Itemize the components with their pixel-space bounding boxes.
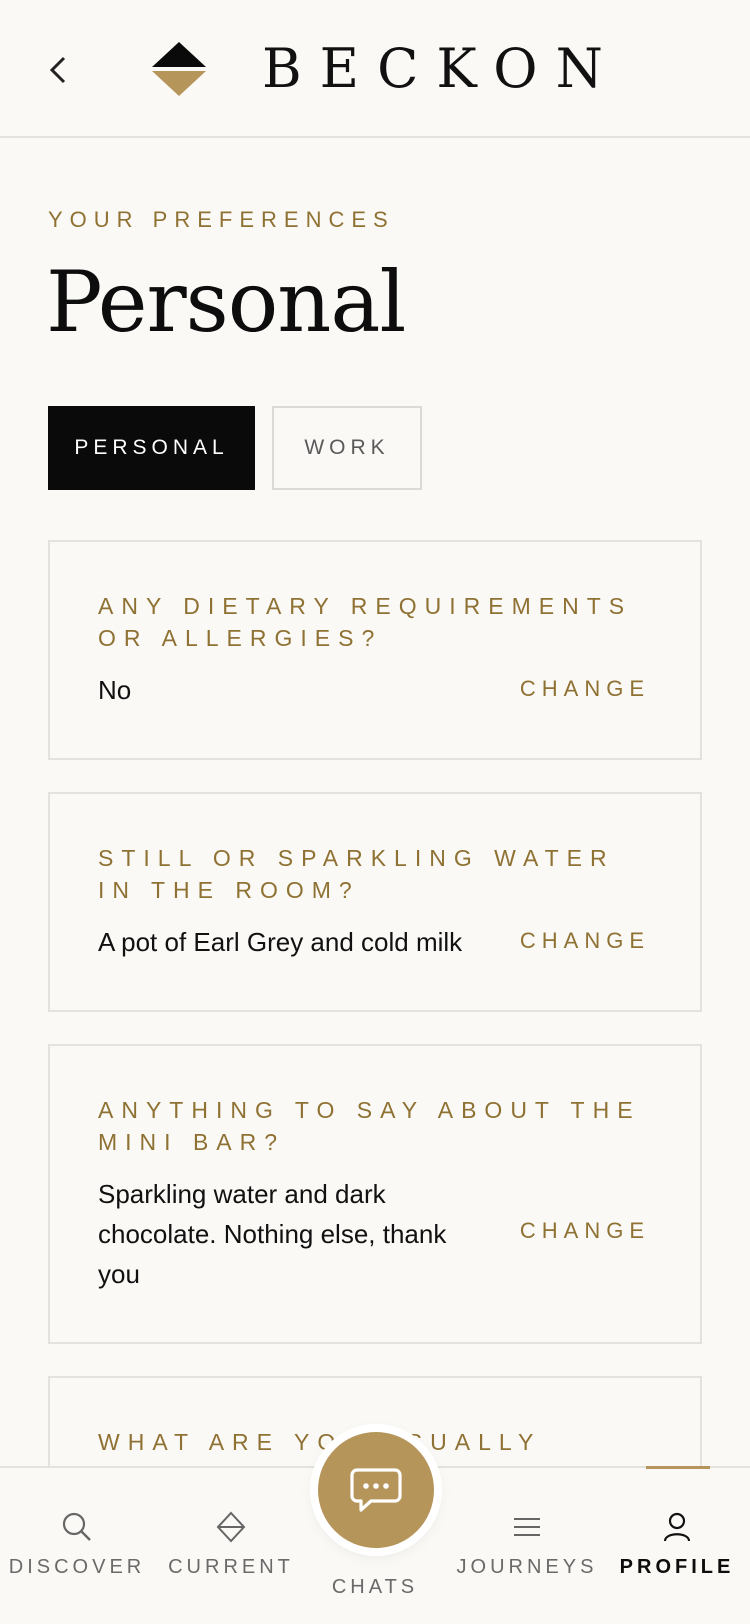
card-answer: A pot of Earl Grey and cold milk bbox=[98, 927, 463, 957]
card-question: ANY DIETARY REQUIREMENTS OR ALLERGIES? bbox=[98, 593, 633, 651]
nav-journeys[interactable]: JOURNEYS bbox=[452, 1468, 602, 1624]
nav-label: CURRENT bbox=[168, 1556, 294, 1578]
nav-label: JOURNEYS bbox=[456, 1556, 598, 1578]
nav-profile[interactable]: PROFILE bbox=[602, 1468, 750, 1624]
tab-personal[interactable]: PERSONAL bbox=[48, 406, 255, 490]
brand-name: BECKON bbox=[262, 37, 621, 100]
nav-current[interactable]: CURRENT bbox=[156, 1468, 306, 1624]
chats-fab-button[interactable] bbox=[318, 1432, 434, 1548]
change-button[interactable]: CHANGE bbox=[520, 928, 650, 954]
page-title: Personal bbox=[46, 253, 406, 351]
card-question: STILL OR SPARKLING WATER IN THE ROOM? bbox=[98, 845, 615, 903]
chevron-left-icon[interactable] bbox=[44, 50, 74, 90]
search-icon bbox=[62, 1512, 91, 1541]
card-answer: No bbox=[98, 675, 132, 705]
chat-icon bbox=[350, 1468, 402, 1512]
preference-card-minibar: ANYTHING TO SAY ABOUT THE MINI BAR? Spar… bbox=[48, 1044, 702, 1344]
card-answer: Sparkling water and dark chocolate. Noth… bbox=[98, 1179, 447, 1289]
nav-label: DISCOVER bbox=[8, 1556, 146, 1578]
nav-label: PROFILE bbox=[619, 1556, 735, 1578]
preference-card-dietary: ANY DIETARY REQUIREMENTS OR ALLERGIES? N… bbox=[48, 540, 702, 760]
nav-discover[interactable]: DISCOVER bbox=[2, 1468, 152, 1624]
menu-icon bbox=[514, 1518, 540, 1536]
app-header: BECKON bbox=[0, 0, 750, 138]
preference-card-water: STILL OR SPARKLING WATER IN THE ROOM? A … bbox=[48, 792, 702, 1012]
beckon-logo-icon bbox=[152, 42, 206, 96]
diamond-icon bbox=[216, 1511, 246, 1543]
tab-work[interactable]: WORK bbox=[272, 406, 422, 490]
nav-label-chats[interactable]: CHATS bbox=[300, 1576, 450, 1599]
change-button[interactable]: CHANGE bbox=[520, 1218, 650, 1244]
change-button[interactable]: CHANGE bbox=[520, 676, 650, 702]
section-eyebrow: YOUR PREFERENCES bbox=[48, 207, 395, 232]
user-icon bbox=[663, 1512, 691, 1542]
card-question: ANYTHING TO SAY ABOUT THE MINI BAR? bbox=[98, 1097, 641, 1155]
